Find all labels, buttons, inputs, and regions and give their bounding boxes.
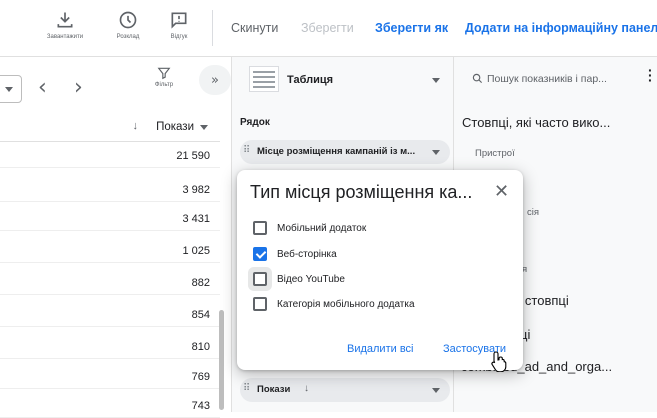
rows-dropdown[interactable] bbox=[0, 75, 22, 103]
table-cell: 743 bbox=[191, 400, 210, 412]
dialog-title: Тип місця розміщення ка... bbox=[250, 182, 473, 202]
option-label: Мобільний додаток bbox=[277, 222, 367, 234]
drag-handle-icon: ⠿ bbox=[243, 145, 250, 156]
table-row[interactable]: 21 590 bbox=[0, 143, 220, 168]
table-cell: 854 bbox=[191, 309, 210, 321]
table-row[interactable]: 810 bbox=[0, 334, 220, 359]
double-chevron-right-icon: » bbox=[211, 72, 219, 88]
table-cell: 810 bbox=[191, 341, 210, 353]
save-as-button[interactable]: Зберегти як bbox=[375, 21, 448, 35]
row-dimension-chip[interactable]: ⠿ Місце розміщення кампаній із м... bbox=[240, 140, 450, 164]
arrow-down-icon: ↓ bbox=[304, 383, 309, 394]
table-scrollbar[interactable] bbox=[219, 310, 224, 410]
table-cell: 1 025 bbox=[182, 245, 210, 257]
placement-type-dialog: Тип місця розміщення ка... ✕ Мобільний д… bbox=[237, 170, 523, 370]
checkbox[interactable] bbox=[253, 272, 267, 286]
filter-label: Фільтр bbox=[154, 82, 174, 88]
chevron-left-icon[interactable]: ‹ bbox=[38, 77, 47, 99]
option-mobile-app[interactable]: Мобільний додаток bbox=[253, 218, 366, 238]
option-label: Категорія мобільного додатка bbox=[277, 298, 415, 310]
arrow-down-icon: ↓ bbox=[132, 120, 139, 132]
download-button[interactable]: Завантажити bbox=[35, 10, 95, 40]
search-icon bbox=[472, 73, 483, 84]
filter-button[interactable]: Фільтр bbox=[153, 66, 175, 88]
table-cell: 882 bbox=[191, 277, 210, 289]
collapse-panel-button[interactable]: » bbox=[199, 65, 231, 95]
option-web-page[interactable]: Веб-сторінка bbox=[253, 244, 337, 264]
table-cell: 769 bbox=[191, 371, 210, 383]
chevron-right-icon[interactable]: › bbox=[74, 77, 83, 99]
reset-button[interactable]: Скинути bbox=[231, 21, 278, 35]
metric-chip-label: Покази bbox=[257, 384, 291, 395]
caret-down-icon bbox=[432, 388, 440, 393]
frequent-columns-title: Стовпці, які часто вико... bbox=[462, 115, 611, 130]
save-button[interactable]: Зберегти bbox=[301, 21, 354, 35]
column-header-impressions[interactable]: ↓ Покази bbox=[0, 112, 220, 142]
visualization-label: Таблиця bbox=[287, 74, 334, 86]
drag-handle-icon: ⠿ bbox=[243, 383, 250, 394]
table-row[interactable]: 3 431 bbox=[0, 206, 220, 231]
table-row[interactable]: 3 982 bbox=[0, 177, 220, 202]
table-row[interactable]: 882 bbox=[0, 270, 220, 295]
feedback-label: Відгук bbox=[170, 34, 188, 40]
table-cell: 21 590 bbox=[176, 150, 210, 162]
table-row[interactable]: 854 bbox=[0, 302, 220, 327]
field-item[interactable]: сія bbox=[527, 207, 539, 218]
download-icon bbox=[57, 12, 73, 28]
caret-down-icon bbox=[200, 125, 208, 130]
caret-down-icon bbox=[432, 78, 440, 83]
column-header-label: Покази bbox=[156, 121, 194, 133]
toolbar-divider bbox=[212, 10, 213, 46]
row-dimension-label: Місце розміщення кампаній із м... bbox=[257, 146, 416, 157]
row-section-label: Рядок bbox=[240, 117, 270, 128]
checkbox[interactable] bbox=[253, 297, 267, 311]
option-label: Веб-сторінка bbox=[277, 248, 337, 260]
hand-cursor-icon bbox=[491, 351, 507, 372]
add-to-dashboard-button[interactable]: Додати на інформаційну панель bbox=[465, 21, 657, 35]
table-cell: 3 982 bbox=[182, 184, 210, 196]
clock-icon bbox=[119, 11, 137, 29]
devices-item[interactable]: Пристрої bbox=[475, 148, 515, 159]
more-vert-icon[interactable]: · · · bbox=[648, 63, 653, 87]
search-placeholder: Пошук показників і пар... bbox=[487, 73, 607, 85]
option-label: Відео YouTube bbox=[277, 273, 345, 285]
checkbox-checked[interactable] bbox=[253, 247, 267, 261]
checkbox[interactable] bbox=[253, 221, 267, 235]
schedule-label: Розклад bbox=[116, 34, 140, 40]
table-row[interactable]: 743 bbox=[0, 393, 220, 418]
table-row[interactable]: 1 025 bbox=[0, 238, 220, 263]
table-cell: 3 431 bbox=[182, 213, 210, 225]
feedback-icon bbox=[171, 12, 187, 29]
option-youtube-video[interactable]: Відео YouTube bbox=[253, 269, 345, 289]
option-mobile-app-category[interactable]: Категорія мобільного додатка bbox=[253, 294, 415, 314]
table-visualization-icon bbox=[249, 66, 279, 92]
close-icon[interactable]: ✕ bbox=[494, 182, 509, 202]
metric-chip[interactable]: ⠿ Покази ↓ bbox=[240, 378, 450, 402]
download-label: Завантажити bbox=[46, 34, 84, 40]
clear-all-button[interactable]: Видалити всі bbox=[347, 343, 413, 355]
feedback-button[interactable]: Відгук bbox=[149, 10, 209, 40]
caret-down-icon bbox=[432, 150, 440, 155]
table-row[interactable]: 769 bbox=[0, 364, 220, 389]
filter-icon bbox=[157, 67, 171, 80]
